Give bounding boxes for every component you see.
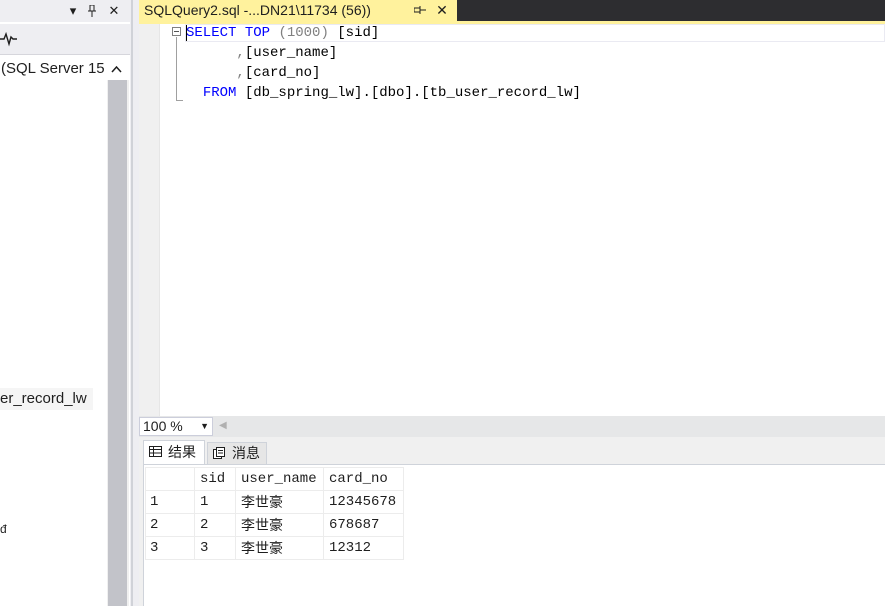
top-count: (1000) xyxy=(278,25,329,41)
chevron-up-icon[interactable] xyxy=(111,58,122,80)
zoom-value: 100 % xyxy=(143,418,183,434)
grid-cell[interactable]: 678687 xyxy=(323,513,404,537)
grid-cell[interactable]: 12345678 xyxy=(323,490,404,514)
close-icon[interactable]: ✕ xyxy=(105,2,123,20)
fold-guide-end xyxy=(176,100,183,101)
close-icon[interactable]: ✕ xyxy=(433,0,451,21)
server-node-label: (SQL Server 15 xyxy=(1,60,105,77)
object-explorer-toolbar xyxy=(0,24,130,55)
object-explorer-header: ▾ ✕ xyxy=(0,0,130,22)
activity-monitor-icon[interactable] xyxy=(0,31,18,47)
grid-cell[interactable]: 李世豪 xyxy=(235,490,324,514)
results-grid[interactable]: sid user_name card_no 1 1 李世豪 12345678 2… xyxy=(145,467,404,560)
code-line-2[interactable]: ,[user_name] xyxy=(186,43,337,63)
column-card-no: [card_no] xyxy=(244,65,321,81)
document-tab-title: SQLQuery2.sql -...DN21\11734 (56)) xyxy=(144,2,371,18)
keyword-select: SELECT xyxy=(186,25,237,41)
grid-cell[interactable]: 李世豪 xyxy=(235,513,324,537)
table-row[interactable]: 2 2 李世豪 678687 xyxy=(145,513,404,537)
truncated-tree-node[interactable]: đ xyxy=(0,522,10,538)
editor-margin xyxy=(139,24,159,416)
scroll-left-icon[interactable]: ◀ xyxy=(219,418,227,434)
column-user-name: [user_name] xyxy=(244,45,338,61)
grid-cell[interactable]: 李世豪 xyxy=(235,536,324,560)
row-number[interactable]: 3 xyxy=(145,536,195,560)
row-number[interactable]: 2 xyxy=(145,513,195,537)
zoom-select[interactable]: 100 % ▼ xyxy=(139,417,213,436)
table-row[interactable]: 1 1 李世豪 12345678 xyxy=(145,490,404,514)
dropdown-arrow-icon[interactable]: ▾ xyxy=(64,2,82,20)
row-number[interactable]: 1 xyxy=(145,490,195,514)
table-row[interactable]: 3 3 李世豪 12312 xyxy=(145,536,404,560)
tab-messages[interactable]: 消息 xyxy=(207,442,267,464)
keyword-from: FROM xyxy=(202,85,237,101)
table-node[interactable]: er_record_lw xyxy=(0,388,93,410)
text-caret xyxy=(186,25,187,41)
pin-icon[interactable] xyxy=(83,2,101,22)
grid-header-row: sid user_name card_no xyxy=(145,467,404,491)
column-sid: [sid] xyxy=(337,25,380,41)
tab-results[interactable]: 结果 xyxy=(143,440,205,464)
tab-messages-label: 消息 xyxy=(232,445,260,461)
collapse-icon[interactable] xyxy=(172,27,181,36)
column-header[interactable]: card_no xyxy=(323,467,404,491)
document-tab[interactable]: SQLQuery2.sql -...DN21\11734 (56)) ✕ xyxy=(139,0,457,21)
object-explorer-scroll-thumb[interactable] xyxy=(108,80,127,606)
column-header[interactable]: sid xyxy=(194,467,236,491)
comma: , xyxy=(236,65,245,81)
comma: , xyxy=(236,45,245,61)
margin-divider xyxy=(159,24,160,416)
editor-status-bar xyxy=(139,416,885,437)
grid-cell[interactable]: 2 xyxy=(194,513,236,537)
splitter-line xyxy=(131,0,133,606)
column-header[interactable]: user_name xyxy=(235,467,324,491)
server-node[interactable]: (SQL Server 15 xyxy=(0,58,128,80)
grid-icon xyxy=(149,441,162,464)
tab-results-label: 结果 xyxy=(168,444,196,460)
messages-icon xyxy=(213,443,226,465)
table-reference: [db_spring_lw].[dbo].[tb_user_record_lw] xyxy=(244,85,581,101)
keyword-top: TOP xyxy=(244,25,271,41)
code-line-4[interactable]: FROM [db_spring_lw].[dbo].[tb_user_recor… xyxy=(186,83,581,103)
code-line-1[interactable]: SELECT TOP (1000) [sid] xyxy=(186,23,379,43)
grid-cell[interactable]: 1 xyxy=(194,490,236,514)
pin-icon[interactable] xyxy=(411,0,429,21)
dropdown-arrow-icon[interactable]: ▼ xyxy=(200,418,209,435)
grid-cell[interactable]: 12312 xyxy=(323,536,404,560)
corner-cell[interactable] xyxy=(145,467,195,491)
fold-guide xyxy=(176,37,177,101)
grid-cell[interactable]: 3 xyxy=(194,536,236,560)
code-line-3[interactable]: ,[card_no] xyxy=(186,63,320,83)
